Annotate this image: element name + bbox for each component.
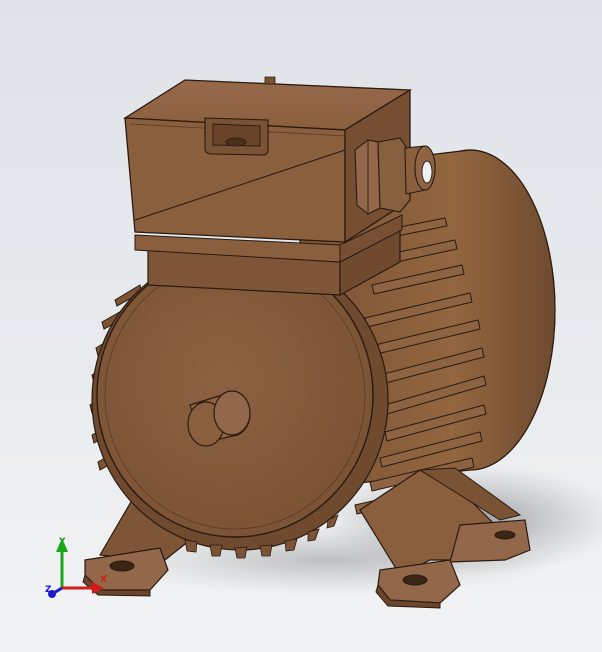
terminal-box-latch[interactable] (204, 117, 269, 156)
motor-model-view[interactable]: Y X Z (0, 0, 602, 652)
x-axis-label: X (100, 575, 107, 585)
graphics-viewport[interactable]: Y X Z (0, 0, 602, 652)
y-axis-label: Y (58, 537, 66, 547)
z-axis-label: Z (45, 585, 52, 595)
